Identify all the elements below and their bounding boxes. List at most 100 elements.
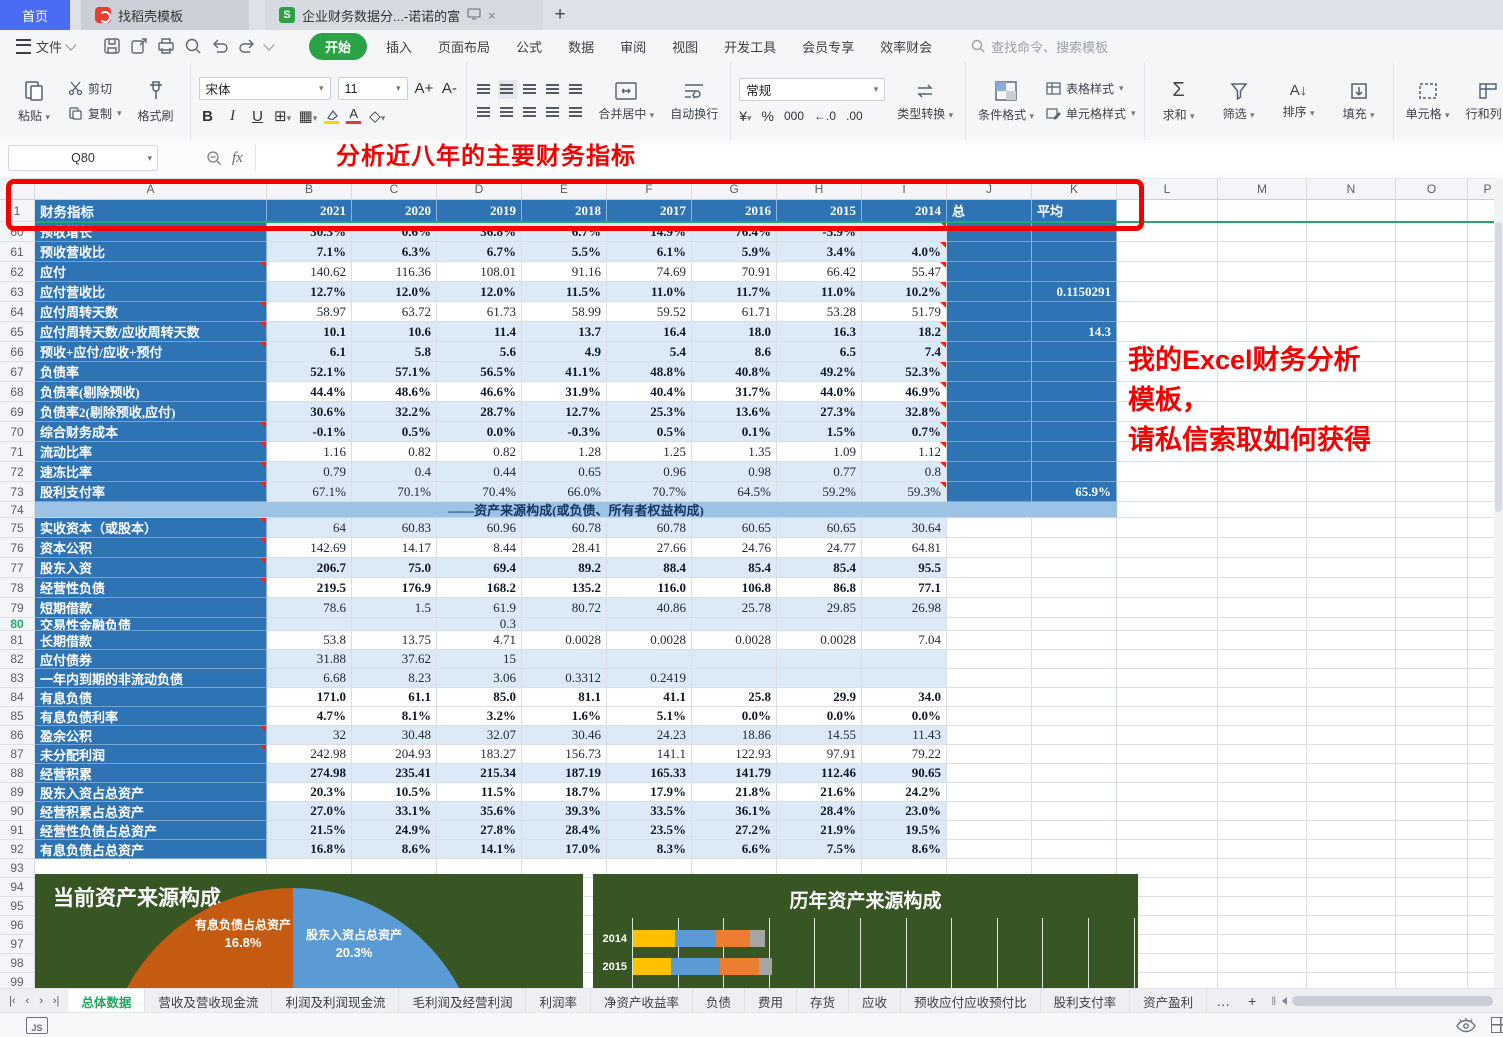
cell[interactable] [1117,802,1218,821]
column-header-O[interactable]: O [1396,178,1468,200]
row-number[interactable]: 83 [0,669,35,688]
value-cell[interactable]: 70.91 [692,262,777,282]
value-cell[interactable]: 25.3% [607,402,692,422]
row-number[interactable]: 70 [0,422,35,442]
cell[interactable] [1218,650,1307,669]
value-cell[interactable]: 55.47 [862,262,947,282]
cell[interactable] [1307,783,1396,802]
scroll-left-icon[interactable] [1282,997,1288,1005]
cell[interactable] [1307,538,1396,558]
cell[interactable] [1396,558,1468,578]
cell[interactable] [1396,322,1468,342]
value-cell[interactable]: 36.1% [692,802,777,821]
value-cell[interactable]: 33.1% [352,802,437,821]
value-cell[interactable]: 57.1% [352,362,437,382]
eraser-button[interactable]: ◇▾ [368,107,386,125]
row-number[interactable]: 74 [0,502,35,518]
value-cell[interactable]: 75.0 [352,558,437,578]
type-convert-button[interactable]: 类型转换 ▾ [893,79,957,124]
value-cell[interactable] [862,650,947,669]
value-cell[interactable]: -0.3% [522,422,607,442]
value-cell[interactable]: 4.0% [862,242,947,262]
value-cell[interactable]: 24.2% [862,783,947,802]
value-cell[interactable]: 56.5% [437,362,522,382]
cell[interactable] [1218,859,1307,878]
value-cell[interactable]: 6.5 [777,342,862,362]
menu-item-8[interactable]: 会员专享 [789,34,867,59]
cell[interactable] [1218,598,1307,618]
value-cell[interactable]: 27.0% [267,802,352,821]
row-label-cell[interactable]: 资本公积 [35,538,267,558]
value-cell[interactable]: 0.82 [352,442,437,462]
cell[interactable] [1032,669,1117,688]
annotation-rectangle[interactable] [6,179,1144,231]
value-cell[interactable]: 27.8% [437,821,522,840]
cell[interactable] [1117,462,1218,482]
cell[interactable] [1218,618,1307,631]
shrink-font-button[interactable]: A- [440,80,458,97]
value-cell[interactable]: 7.5% [777,840,862,859]
cell[interactable] [1032,821,1117,840]
value-cell[interactable] [522,618,607,631]
total-cell[interactable] [947,422,1032,442]
cell[interactable] [1218,935,1307,954]
value-cell[interactable]: 5.6 [437,342,522,362]
value-cell[interactable]: 44.4% [267,382,352,402]
value-cell[interactable]: 0.0028 [777,631,862,650]
row-number[interactable]: 76 [0,538,35,558]
total-cell[interactable] [947,362,1032,382]
value-cell[interactable]: 0.0% [777,707,862,726]
row-label-cell[interactable]: 速冻比率 [35,462,267,482]
value-cell[interactable]: 1.09 [777,442,862,462]
cell[interactable] [947,745,1032,764]
cell[interactable] [1218,802,1307,821]
cell[interactable] [1396,262,1468,282]
cell[interactable] [1396,598,1468,618]
value-cell[interactable]: 27.66 [607,538,692,558]
value-cell[interactable]: 49.2% [777,362,862,382]
cell[interactable] [1396,764,1468,783]
value-cell[interactable]: 66.0% [522,482,607,502]
cell[interactable] [1218,764,1307,783]
cell[interactable] [947,518,1032,538]
value-cell[interactable]: 219.5 [267,578,352,598]
value-cell[interactable] [862,669,947,688]
value-cell[interactable]: 3.06 [437,669,522,688]
value-cell[interactable]: 30.64 [862,518,947,538]
cell[interactable] [1396,382,1468,402]
value-cell[interactable]: 67.1% [267,482,352,502]
value-cell[interactable]: 0.0% [692,707,777,726]
decrease-decimal-button[interactable]: .00 [846,109,863,123]
value-cell[interactable]: 12.7% [267,282,352,302]
percent-format-button[interactable]: % [762,108,774,124]
row-number[interactable]: 79 [0,598,35,618]
average-cell[interactable] [1032,242,1117,262]
cell[interactable] [1396,618,1468,631]
row-number[interactable]: 68 [0,382,35,402]
row-label-cell[interactable]: 股利支付率 [35,482,267,502]
cell[interactable] [1307,859,1396,878]
cell[interactable] [1307,598,1396,618]
value-cell[interactable]: 5.8 [352,342,437,362]
cell[interactable] [1117,482,1218,502]
cell[interactable] [1396,282,1468,302]
cell[interactable] [1307,618,1396,631]
value-cell[interactable]: 0.44 [437,462,522,482]
value-cell[interactable]: 11.5% [437,783,522,802]
row-label-cell[interactable]: 有息负债利率 [35,707,267,726]
value-cell[interactable]: 11.0% [607,282,692,302]
value-cell[interactable]: 28.7% [437,402,522,422]
value-cell[interactable]: 46.9% [862,382,947,402]
total-cell[interactable] [947,342,1032,362]
cell-style-button[interactable]: 单元格样式 ▾ [1046,105,1136,122]
row-number[interactable]: 91 [0,821,35,840]
average-cell[interactable] [1032,342,1117,362]
value-cell[interactable] [692,618,777,631]
cell[interactable] [1307,973,1396,988]
row-number[interactable]: 98 [0,954,35,973]
value-cell[interactable]: 8.3% [607,840,692,859]
cell[interactable] [1307,707,1396,726]
cell[interactable] [1032,578,1117,598]
value-cell[interactable]: 8.6% [352,840,437,859]
cell[interactable] [1396,518,1468,538]
